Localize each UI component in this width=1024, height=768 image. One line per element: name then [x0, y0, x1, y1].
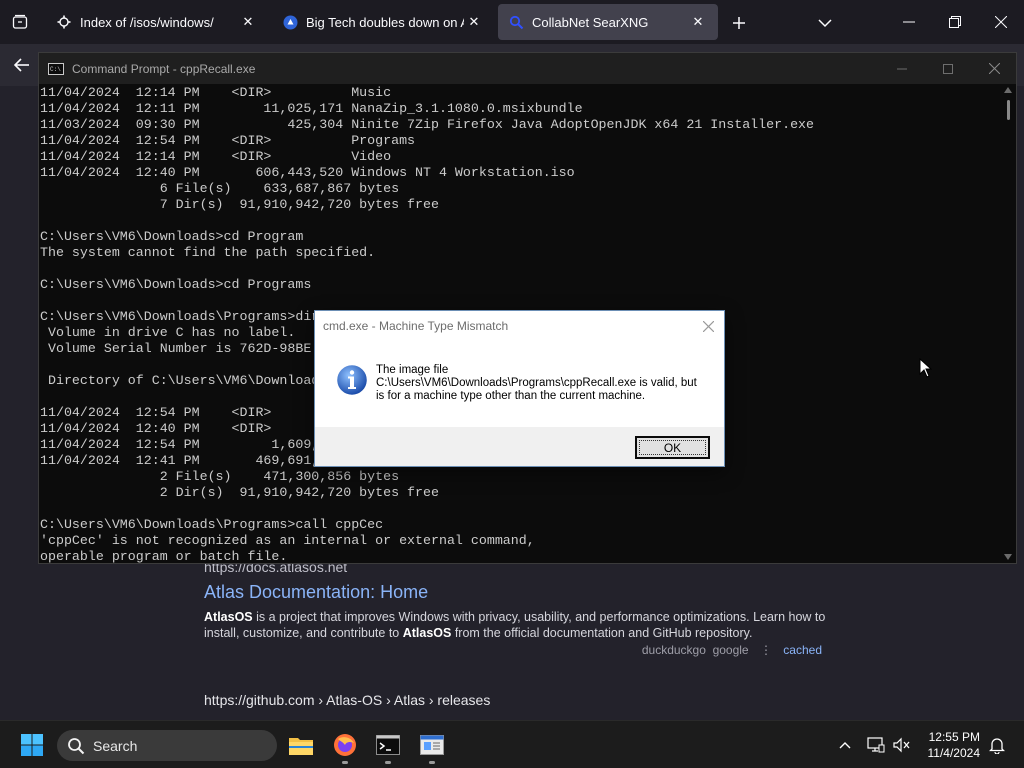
cmd-title-bar[interactable]: C:\ Command Prompt - cppRecall.exe [39, 53, 1016, 84]
back-arrow-icon[interactable] [8, 51, 36, 79]
searxng-icon [508, 14, 524, 30]
dialog-body: The image file C:\Users\VM6\Downloads\Pr… [315, 341, 724, 427]
show-hidden-icons-chevron-icon[interactable] [833, 733, 857, 757]
result-description: AtlasOS is a project that improves Windo… [204, 609, 834, 641]
volume-muted-icon[interactable] [890, 733, 914, 757]
result-url[interactable]: https://github.com › Atlas-OS › Atlas › … [204, 692, 490, 708]
scroll-thumb[interactable] [1007, 100, 1010, 120]
running-indicator [429, 761, 435, 764]
close-tab-icon[interactable]: ✕ [688, 12, 708, 32]
cmd-maximize-icon[interactable] [925, 53, 971, 84]
search-icon [68, 737, 85, 754]
scroll-down-arrow-icon[interactable] [1003, 553, 1013, 561]
windows-start-icon[interactable] [20, 733, 44, 757]
tab-collabnet-searxng[interactable]: CollabNet SearXNG ✕ [498, 4, 718, 40]
tab-big-tech[interactable]: Big Tech doubles down on AI, S ✕ [272, 4, 494, 40]
running-indicator [385, 761, 391, 764]
running-indicator [342, 761, 348, 764]
file-explorer-taskbar-button[interactable] [281, 727, 321, 763]
restore-icon[interactable] [932, 0, 978, 44]
taskbar: Search 12:55 PM 11/4/2024 [0, 720, 1024, 768]
page-icon [56, 14, 72, 30]
close-tab-icon[interactable]: ✕ [464, 12, 484, 32]
taskbar-search-box[interactable]: Search [57, 730, 277, 761]
dialog-title: cmd.exe - Machine Type Mismatch [323, 319, 509, 333]
tab-title: CollabNet SearXNG [532, 14, 649, 30]
dialog-message: The image file C:\Users\VM6\Downloads\Pr… [376, 364, 711, 403]
cmd-close-icon[interactable] [971, 53, 1017, 84]
focus-ring [639, 440, 706, 455]
meta-separator: ⋮ [759, 643, 772, 657]
result-engines: duckduckgo google [641, 643, 749, 657]
result-meta: duckduckgo google ⋮ cached [642, 643, 822, 657]
information-icon [335, 363, 369, 397]
ok-button[interactable]: OK [635, 436, 710, 459]
folder-icon [289, 738, 313, 755]
mouse-cursor-icon [919, 358, 933, 378]
tab-title: Big Tech doubles down on AI, S [306, 14, 464, 30]
minimize-icon[interactable] [886, 0, 932, 44]
notification-bell-icon[interactable] [985, 733, 1009, 757]
news-site-icon [282, 14, 298, 30]
desc-text: from the official documentation and GitH… [451, 626, 753, 640]
console-scrollbar[interactable] [1000, 84, 1016, 563]
scroll-up-arrow-icon[interactable] [1003, 86, 1013, 94]
list-all-tabs-chevron-icon[interactable] [812, 10, 838, 36]
cmd-app-icon: C:\ [48, 62, 64, 75]
tab-index-isos[interactable]: Index of /isos/windows/ ✕ [46, 4, 268, 40]
tab-tray-icon[interactable] [0, 0, 40, 44]
firefox-icon [334, 734, 356, 756]
message-line: is for a machine type other than the cur… [376, 390, 646, 402]
cmd-window-title: Command Prompt - cppRecall.exe [72, 61, 256, 76]
firefox-taskbar-button[interactable] [325, 727, 365, 764]
cached-link[interactable]: cached [783, 643, 822, 657]
close-tab-icon[interactable]: ✕ [238, 12, 258, 32]
terminal-taskbar-button[interactable] [368, 727, 408, 764]
cmd-minimize-icon[interactable] [879, 53, 925, 84]
tab-title: Index of /isos/windows/ [80, 14, 214, 30]
browser-tab-bar: Index of /isos/windows/ ✕ Big Tech doubl… [0, 0, 1024, 44]
dialog-footer: OK [315, 427, 724, 466]
desc-bold: AtlasOS [204, 610, 253, 624]
cppRecall-taskbar-button[interactable] [412, 727, 452, 764]
dialog-close-icon[interactable] [698, 316, 718, 336]
clock-date: 11/4/2024 [927, 746, 981, 760]
dialog-title-bar[interactable]: cmd.exe - Machine Type Mismatch [315, 311, 724, 341]
system-clock[interactable]: 12:55 PM 11/4/2024 [928, 729, 981, 761]
machine-type-mismatch-dialog[interactable]: cmd.exe - Machine Type Mismatch The imag… [314, 310, 725, 467]
result-title-link[interactable]: Atlas Documentation: Home [204, 582, 428, 603]
new-tab-icon[interactable] [726, 10, 752, 36]
message-line: The image file [376, 364, 449, 376]
svg-text:C:\: C:\ [50, 66, 61, 73]
clock-time: 12:55 PM [928, 730, 980, 744]
network-icon[interactable] [864, 733, 888, 757]
terminal-icon [376, 735, 400, 755]
application-window-icon [420, 735, 444, 755]
close-window-icon[interactable] [978, 0, 1024, 44]
desc-bold: AtlasOS [402, 626, 452, 640]
command-prompt-window[interactable]: C:\ Command Prompt - cppRecall.exe 11/04… [38, 52, 1017, 564]
message-line: C:\Users\VM6\Downloads\Programs\cppRecal… [376, 377, 697, 389]
search-placeholder: Search [93, 737, 138, 754]
